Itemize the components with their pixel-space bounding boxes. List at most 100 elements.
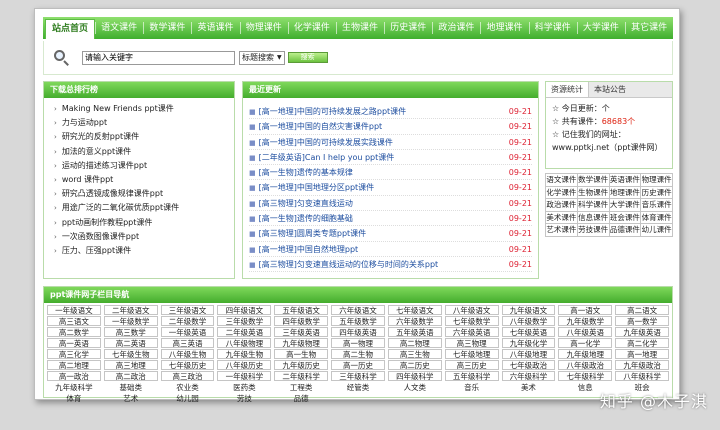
sub-column-link[interactable]: 一年级语文 [47, 305, 101, 316]
sub-column-link[interactable]: 九年级英语 [615, 326, 669, 338]
news-list-item[interactable]: ■ [高一地理]中国的可持续发展之路ppt课件 09-21 [249, 104, 532, 120]
nav-item[interactable]: 站点首页 [45, 19, 96, 39]
news-title[interactable]: [二年级英语]Can I help you ppt课件 [259, 153, 395, 162]
sub-column-link[interactable]: 九年级科学 [47, 382, 101, 392]
news-list-item[interactable]: ■ [高一地理]中国自然地理ppt 09-21 [249, 242, 532, 257]
nav-item[interactable]: 英语课件 [192, 17, 240, 39]
sub-column-link[interactable]: 体育 [47, 393, 101, 403]
sub-column-link[interactable]: 一年级科学 [217, 370, 272, 382]
hot-list-item[interactable]: › 研究光的反射ppt课件 [54, 130, 234, 144]
tab-site-notice[interactable]: 本站公告 [589, 82, 631, 97]
news-title[interactable]: [高一地理]中国的自然灾害课件ppt [259, 122, 383, 131]
sub-column-link[interactable]: 九年级生物 [217, 348, 272, 360]
sub-column-link[interactable]: 五年级数学 [331, 315, 385, 327]
sub-column-link[interactable]: 高二化学 [615, 337, 669, 349]
news-list-item[interactable]: ■ [高一地理]中国地理分区ppt课件 09-21 [249, 180, 532, 196]
sub-column-link[interactable]: 九年级物理 [274, 337, 329, 349]
sub-column-link[interactable]: 八年级语文 [444, 305, 499, 316]
sub-column-link[interactable]: 高二语文 [615, 305, 669, 316]
subject-link[interactable]: 音乐课件 [641, 199, 673, 212]
nav-item[interactable]: 历史课件 [384, 17, 432, 39]
sub-column-link[interactable]: 高一地理 [615, 348, 669, 360]
subject-link[interactable]: 英语课件 [609, 174, 642, 187]
sub-column-link[interactable]: 七年级地理 [444, 348, 499, 360]
subject-link[interactable]: 信息课件 [577, 211, 610, 225]
sub-column-link[interactable]: 高二政治 [103, 370, 158, 382]
nav-item[interactable]: 地理课件 [481, 17, 529, 39]
sub-column-link[interactable]: 四年级语文 [217, 305, 272, 316]
search-type-select[interactable]: 标题搜索 ▼ [239, 50, 285, 65]
nav-item[interactable]: 政治课件 [432, 17, 480, 39]
hot-list-item[interactable]: › 运动的描述练习课件ppt [54, 159, 234, 173]
sub-column-link[interactable]: 七年级数学 [444, 315, 499, 327]
subject-link[interactable]: 生物课件 [577, 186, 610, 200]
sub-column-link[interactable]: 五年级科学 [444, 370, 499, 382]
news-title[interactable]: [高三物理]圆周类专题ppt课件 [259, 229, 367, 238]
nav-item[interactable]: 生物课件 [336, 17, 384, 39]
sub-column-link[interactable]: 高一语文 [558, 305, 613, 316]
subject-link[interactable]: 大学课件 [609, 199, 642, 212]
sub-column-link[interactable]: 三年级科学 [331, 370, 385, 382]
sub-column-link[interactable]: 劳技 [217, 393, 271, 403]
hot-list-item[interactable]: › 力与运动ppt [54, 116, 234, 130]
nav-item[interactable]: 数学课件 [143, 17, 191, 39]
news-title[interactable]: [高三物理]匀变速直线运动的位移与时间的关系ppt [259, 260, 439, 269]
sub-column-link[interactable]: 高三语文 [47, 315, 101, 327]
news-list-item[interactable]: ■ [高一地理]中国的自然灾害课件ppt 09-21 [249, 119, 532, 135]
sub-column-link[interactable]: 艺术 [104, 393, 158, 403]
sub-column-link[interactable]: 三年级语文 [160, 305, 215, 316]
news-list-item[interactable]: ■ [高三物理]匀变速直线运动 09-21 [249, 196, 532, 212]
subject-link[interactable]: 历史课件 [641, 186, 673, 200]
sub-column-link[interactable]: 九年级数学 [558, 315, 613, 327]
sub-column-link[interactable]: 高三化学 [47, 348, 101, 360]
sub-column-link[interactable]: 六年级英语 [444, 326, 499, 338]
sub-column-link[interactable]: 高一历史 [331, 359, 385, 371]
sub-column-link[interactable]: 高三数学 [103, 326, 158, 338]
sub-column-link[interactable]: 七年级英语 [501, 326, 556, 338]
subject-link[interactable]: 劳技课件 [577, 224, 610, 237]
sub-column-link[interactable]: 高三地理 [103, 359, 158, 371]
hot-list-item[interactable]: › 研究凸透镜成像规律课件ppt [54, 187, 234, 201]
sub-column-link[interactable]: 高一数学 [615, 315, 669, 327]
sub-column-link[interactable]: 高三历史 [444, 359, 499, 371]
sub-column-link[interactable]: 六年级数学 [387, 315, 442, 327]
sub-column-link[interactable]: 高二数学 [47, 326, 101, 338]
sub-column-link[interactable]: 七年级科学 [558, 370, 613, 382]
sub-column-link[interactable]: 三年级数学 [217, 315, 272, 327]
sub-column-link[interactable]: 高一物理 [331, 337, 385, 349]
sub-column-link[interactable]: 七年级历史 [160, 359, 215, 371]
search-button[interactable]: 搜索 [287, 52, 328, 63]
sub-column-link[interactable]: 四年级科学 [387, 370, 442, 382]
sub-column-link[interactable]: 高二英语 [103, 337, 158, 349]
subject-link[interactable]: 幼儿课件 [641, 224, 673, 237]
sub-column-link[interactable]: 高二生物 [331, 348, 385, 360]
sub-column-link[interactable]: 高三政治 [160, 370, 215, 382]
hot-list-item[interactable]: › 压力、压强ppt课件 [54, 244, 234, 258]
sub-column-link[interactable]: 八年级英语 [558, 326, 613, 338]
sub-column-link[interactable]: 八年级科学 [615, 370, 669, 382]
sub-column-link[interactable]: 工程类 [274, 382, 328, 392]
news-list-item[interactable]: ■ [高一地理]中国的可持续发展实践课件 09-21 [249, 135, 532, 150]
news-title[interactable]: [高一生物]遗传的基本规律 [259, 168, 353, 177]
news-list-item[interactable]: ■ [高一生物]遗传的细胞基础 09-21 [249, 211, 532, 227]
news-list-item[interactable]: ■ [高三物理]圆周类专题ppt课件 09-21 [249, 226, 532, 242]
sub-column-link[interactable]: 音乐 [445, 382, 499, 392]
news-list-item[interactable]: ■ [高三物理]匀变速直线运动的位移与时间的关系ppt 09-21 [249, 257, 532, 273]
sub-column-link[interactable]: 三年级英语 [274, 326, 329, 338]
nav-item[interactable]: 物理课件 [240, 17, 288, 39]
sub-column-link[interactable]: 一年级英语 [160, 326, 215, 338]
sub-column-link[interactable]: 六年级语文 [331, 305, 385, 316]
sub-column-link[interactable]: 二年级英语 [217, 326, 272, 338]
news-list-item[interactable]: ■ [二年级英语]Can I help you ppt课件 09-21 [249, 150, 532, 166]
hot-list-item[interactable]: › ppt动画制作教程ppt课件 [54, 216, 234, 230]
sub-column-link[interactable]: 高二历史 [387, 359, 442, 371]
subject-link[interactable]: 美术课件 [546, 211, 578, 225]
sub-column-link[interactable]: 高二地理 [47, 359, 101, 371]
sub-column-link[interactable]: 六年级科学 [501, 370, 556, 382]
sub-column-link[interactable]: 八年级地理 [501, 348, 556, 360]
sub-column-link[interactable]: 八年级政治 [558, 359, 613, 371]
sub-column-link[interactable]: 品德 [274, 393, 328, 403]
subject-link[interactable]: 物理课件 [641, 174, 673, 187]
sub-column-link[interactable]: 八年级生物 [160, 348, 215, 360]
nav-item[interactable]: 科学课件 [529, 17, 577, 39]
